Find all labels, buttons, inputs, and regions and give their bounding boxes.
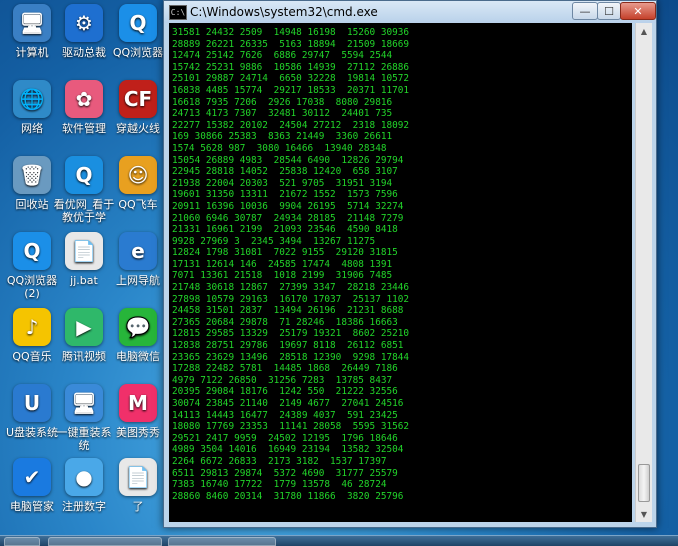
pc-manager-icon: ✔ [13, 458, 51, 496]
console-line: 22277 15382 20102 24504 27212 2318 18092 [172, 119, 410, 131]
desktop-icon[interactable]: 📄 了 [106, 458, 170, 513]
desktop-icon[interactable]: 💬 电脑微信 [106, 308, 170, 363]
qq-music-icon: ♪ [13, 308, 51, 346]
tencent-video-icon: ▶ [65, 308, 103, 346]
desktop-icon[interactable]: Q QQ浏览器 [106, 4, 170, 59]
console-line: 19601 31350 13311 21672 1552 1573 7596 [172, 189, 398, 201]
desktop-icon-label: 电脑微信 [116, 350, 160, 363]
console-line: 31581 24432 2509 14948 16198 15260 30936 [172, 27, 410, 38]
console-line: 16618 7935 7206 2926 17038 8080 29816 [172, 96, 393, 108]
console-line: 9928 27969 3 2345 3494 13267 11275 [172, 235, 376, 247]
minimize-button[interactable]: — [572, 2, 598, 20]
maximize-button[interactable]: ☐ [597, 2, 621, 20]
close-button[interactable]: ✕ [620, 2, 656, 20]
console-output[interactable]: 31581 24432 2509 14948 16198 15260 30936… [169, 23, 632, 522]
window-title: C:\Windows\system32\cmd.exe [190, 5, 378, 19]
console-line: 21060 6946 30787 24934 28185 21148 7279 [172, 212, 404, 224]
console-line: 30074 23845 21140 2149 4677 27041 24516 [172, 398, 404, 409]
qq-browser-icon: Q [13, 232, 51, 270]
meitu-icon: M [119, 384, 157, 422]
console-line: 17288 22482 5781 14485 1868 26449 7186 [172, 363, 398, 375]
console-line: 7383 16740 17722 1779 13578 46 28724 [172, 479, 387, 491]
desktop-icon-label: QQ飞车 [118, 198, 158, 211]
usb-installer-icon: U [13, 384, 51, 422]
scroll-up-arrow-icon[interactable]: ▲ [636, 23, 652, 39]
vertical-scrollbar[interactable]: ▲ ▼ [635, 23, 652, 522]
recycle-bin-icon: 🗑 [13, 156, 51, 194]
console-line: 24458 31501 2837 13494 26196 21231 8688 [172, 305, 404, 317]
ie-icon: e [119, 232, 157, 270]
console-line: 4989 3504 14016 16949 23194 13582 32504 [172, 444, 404, 456]
console-line: 27365 20684 29878 71 28246 18386 16663 [172, 316, 398, 328]
console-line: 2264 6672 26833 2173 3182 1537 17397 [172, 455, 387, 467]
scroll-down-arrow-icon[interactable]: ▼ [636, 506, 652, 522]
network-icon: 🌐 [13, 80, 51, 118]
console-line: 23365 23629 13496 28518 12390 9298 17844 [172, 351, 410, 363]
desktop-icon-label: 上网导航 [116, 274, 160, 287]
bird-icon: ● [65, 458, 103, 496]
console-line: 24713 4173 7307 32481 30112 24401 735 [172, 108, 393, 120]
wechat-icon: 💬 [119, 308, 157, 346]
batch-file-icon: 📄 [65, 232, 103, 270]
console-line: 21331 16961 2199 21093 23546 4590 8418 [172, 224, 398, 236]
qq-speed-icon: ☺ [119, 156, 157, 194]
console-line: 25101 29887 24714 6650 32228 19814 10572 [172, 73, 410, 85]
console-line: 21748 30618 12867 27399 3347 28218 23446 [172, 282, 410, 294]
desktop-icon[interactable]: ☺ QQ飞车 [106, 156, 170, 211]
qq-browser-icon: Q [119, 4, 157, 42]
desktop-icon-label: 美图秀秀 [116, 426, 160, 439]
taskbar[interactable] [0, 535, 678, 546]
desktop-icon-label: 了 [132, 500, 144, 513]
browser-icon: Q [65, 156, 103, 194]
desktop-icon[interactable]: e 上网导航 [106, 232, 170, 287]
crossfire-icon: CF [119, 80, 157, 118]
console-line: 28889 26221 26335 5163 18894 21509 18669 [172, 38, 410, 50]
console-line: 14113 14443 16477 24389 4037 591 23425 [172, 409, 398, 421]
desktop-icon[interactable]: CF 穿越火线 [106, 80, 170, 135]
console-line: 1574 5628 987 3080 16466 13940 28348 [172, 142, 387, 154]
console-line: 29521 2417 9959 24502 12195 1796 18646 [172, 432, 398, 444]
console-line: 12824 1798 31081 7022 9155 29120 31815 [172, 247, 398, 259]
console-line: 22945 28818 14052 25838 12420 658 3107 [172, 166, 398, 178]
console-line: 6511 29813 29874 5372 4690 31777 25579 [172, 467, 398, 479]
console-line: 20395 29084 18176 1242 550 21222 32556 [172, 386, 398, 398]
console-line: 4979 7122 26850 31256 7283 13785 8437 [172, 374, 393, 386]
reinstall-icon: 🖥 [65, 384, 103, 422]
console-line: 28860 8460 20314 31780 11866 3820 25796 [172, 490, 404, 502]
text-file-icon: 📄 [119, 458, 157, 496]
driver-icon: ⚙ [65, 4, 103, 42]
window-titlebar[interactable]: C:\ C:\Windows\system32\cmd.exe — ☐ ✕ [164, 1, 656, 23]
console-line: 12838 28751 29786 19697 8118 26112 6851 [172, 340, 404, 352]
scrollbar-thumb[interactable] [638, 464, 650, 502]
console-line: 169 30866 25383 8363 21449 3360 26611 [172, 131, 393, 143]
console-line: 17131 12614 146 24585 17474 4808 1391 [172, 258, 393, 270]
software-manager-icon: ✿ [65, 80, 103, 118]
desktop-icon[interactable]: M 美图秀秀 [106, 384, 170, 439]
desktop-icon-label: 穿越火线 [116, 122, 160, 135]
console-line: 15742 25231 9886 10586 14939 27112 26886 [172, 61, 410, 73]
console-lines: 31581 24432 2509 14948 16198 15260 30936… [172, 27, 409, 502]
console-line: 27898 10579 29163 16170 17037 25137 1102 [172, 293, 410, 305]
console-line: 15054 26889 4983 28544 6490 12826 29794 [172, 154, 404, 166]
console-line: 20911 16396 10036 9904 26195 5714 32274 [172, 200, 404, 212]
cmd-icon: C:\ [169, 5, 187, 20]
cmd-window[interactable]: C:\ C:\Windows\system32\cmd.exe — ☐ ✕ 31… [163, 0, 657, 528]
desktop-icon-label: QQ浏览器 [112, 46, 164, 59]
computer-icon: 🖥 [13, 4, 51, 42]
console-line: 12815 29585 13329 25179 19321 8602 25210 [172, 328, 410, 340]
console-line: 16838 4485 15774 29217 18533 20371 11701 [172, 84, 410, 96]
console-line: 18080 17769 23353 11141 28058 5595 31562 [172, 421, 410, 433]
console-line: 12474 25142 7626 6886 29747 5594 2544 [172, 50, 393, 62]
console-line: 7071 13361 21518 1018 2199 31906 7485 [172, 270, 393, 282]
console-line: 21938 22004 20303 521 9705 31951 3194 [172, 177, 393, 189]
